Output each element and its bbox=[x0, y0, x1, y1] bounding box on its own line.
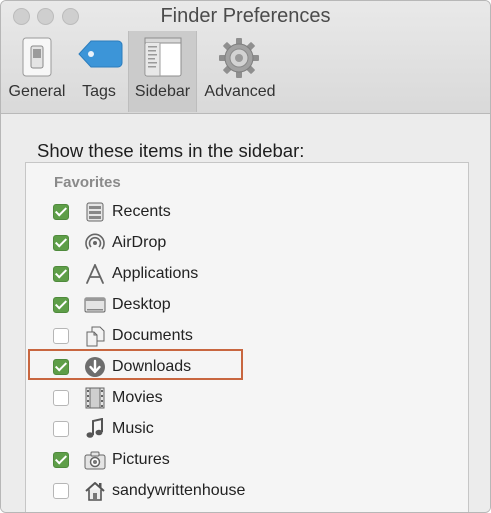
movies-label: Movies bbox=[112, 389, 163, 406]
sidebar-icon bbox=[144, 37, 182, 77]
pictures-label: Pictures bbox=[112, 451, 170, 468]
music-checkbox[interactable] bbox=[53, 421, 69, 437]
movies-icon bbox=[85, 387, 105, 409]
list-item-desktop[interactable]: Desktop bbox=[26, 291, 466, 321]
downloads-icon bbox=[85, 357, 105, 377]
movies-checkbox[interactable] bbox=[53, 390, 69, 406]
title-bar: Finder Preferences General Tags Sidebar … bbox=[1, 1, 490, 114]
desktop-label: Desktop bbox=[112, 296, 171, 313]
general-switch-icon bbox=[22, 37, 52, 77]
desktop-checkbox[interactable] bbox=[53, 297, 69, 313]
documents-icon bbox=[86, 326, 105, 347]
pictures-icon bbox=[84, 451, 106, 470]
window-title: Finder Preferences bbox=[160, 5, 331, 27]
finder-preferences-window: Finder Preferences General Tags Sidebar … bbox=[0, 0, 491, 513]
list-item-applications[interactable]: Applications bbox=[26, 260, 466, 290]
home-checkbox[interactable] bbox=[53, 483, 69, 499]
tab-tags-label: Tags bbox=[82, 83, 116, 100]
airdrop-label: AirDrop bbox=[112, 234, 167, 251]
list-item-downloads[interactable]: Downloads bbox=[26, 349, 466, 383]
list-item-pictures[interactable]: Pictures bbox=[26, 446, 466, 476]
downloads-label: Downloads bbox=[112, 358, 192, 375]
airdrop-icon bbox=[85, 233, 105, 250]
tab-tags[interactable]: Tags bbox=[71, 31, 127, 112]
tag-icon bbox=[78, 40, 123, 68]
list-item-recents[interactable]: Recents bbox=[26, 198, 466, 228]
sidebar-items-list[interactable]: Favorites Recents AirDrop Applications D… bbox=[25, 162, 469, 512]
tab-advanced-label: Advanced bbox=[204, 83, 276, 100]
documents-checkbox[interactable] bbox=[53, 328, 69, 344]
pictures-checkbox[interactable] bbox=[53, 452, 69, 468]
list-item-movies[interactable]: Movies bbox=[26, 384, 466, 414]
recents-checkbox[interactable] bbox=[53, 204, 69, 220]
downloads-checkbox[interactable] bbox=[53, 359, 69, 375]
favorites-section-label: Favorites bbox=[54, 174, 121, 191]
recents-label: Recents bbox=[112, 203, 171, 220]
recents-icon bbox=[86, 202, 104, 222]
sidebar-items-heading: Show these items in the sidebar: bbox=[37, 140, 305, 161]
tab-advanced[interactable]: Advanced bbox=[198, 31, 282, 112]
home-label: sandywrittenhouse bbox=[112, 482, 246, 499]
music-label: Music bbox=[112, 420, 154, 437]
applications-checkbox[interactable] bbox=[53, 266, 69, 282]
list-item-documents[interactable]: Documents bbox=[26, 322, 466, 352]
tab-general[interactable]: General bbox=[4, 31, 70, 112]
applications-icon bbox=[86, 264, 104, 284]
list-item-music[interactable]: Music bbox=[26, 415, 466, 445]
content-area: Show these items in the sidebar: Favorit… bbox=[1, 114, 490, 512]
list-item-home[interactable]: sandywrittenhouse bbox=[26, 477, 466, 507]
desktop-icon bbox=[84, 297, 106, 313]
documents-label: Documents bbox=[112, 327, 193, 344]
music-icon bbox=[86, 418, 103, 438]
tab-sidebar[interactable]: Sidebar bbox=[128, 31, 197, 112]
tab-sidebar-label: Sidebar bbox=[134, 83, 191, 100]
applications-label: Applications bbox=[112, 265, 199, 282]
airdrop-checkbox[interactable] bbox=[53, 235, 69, 251]
list-item-airdrop[interactable]: AirDrop bbox=[26, 229, 466, 259]
gear-icon bbox=[219, 38, 259, 78]
home-icon bbox=[85, 482, 105, 501]
tab-general-label: General bbox=[8, 83, 66, 100]
